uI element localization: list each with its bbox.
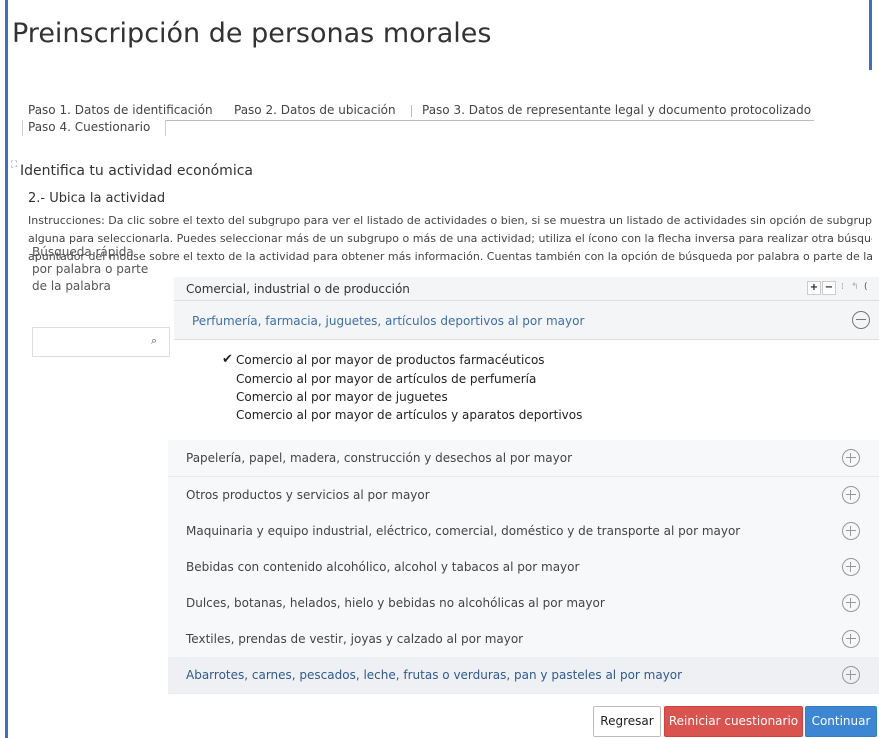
collapse-icon[interactable]: (: [864, 282, 868, 292]
group-header[interactable]: Comercial, industrial o de producción + …: [174, 277, 879, 301]
subgroup-label: Otros productos y servicios al por mayor: [186, 488, 430, 502]
subgroup-row[interactable]: Otros productos y servicios al por mayor: [168, 477, 879, 514]
subgroup-label: Bebidas con contenido alcohólico, alcoho…: [186, 560, 580, 574]
activity-item[interactable]: Comercio al por mayor de productos farma…: [236, 353, 545, 367]
tab-step-3[interactable]: Paso 3. Datos de representante legal y d…: [412, 103, 814, 121]
collapse-circle-icon[interactable]: [852, 311, 870, 329]
search-icon[interactable]: ⌕: [151, 334, 157, 348]
subgroup-row[interactable]: Maquinaria y equipo industrial, eléctric…: [168, 513, 879, 550]
expand-circle-icon[interactable]: [842, 486, 860, 504]
subgroup-label: Textiles, prendas de vestir, joyas y cal…: [186, 632, 524, 646]
window-frame-right: [869, 0, 872, 70]
subsection-title: 2.- Ubica la actividad: [28, 191, 166, 206]
expand-circle-icon[interactable]: [842, 522, 860, 540]
instructions-line: alguna para seleccionarla. Puedes selecc…: [28, 232, 872, 245]
subgroup-label: Dulces, botanas, helados, hielo y bebida…: [186, 596, 605, 610]
back-button[interactable]: Regresar: [593, 706, 661, 737]
subgroup-label: Abarrotes, carnes, pescados, leche, frut…: [186, 668, 683, 682]
tab-step-2-label: Paso 2. Datos de ubicación: [234, 103, 396, 117]
instructions-line: apuntador del mouse sobre el texto de la…: [28, 250, 872, 263]
window-frame-left: [5, 0, 8, 738]
remove-all-button[interactable]: −: [822, 281, 836, 295]
instructions-line: Instrucciones: Da clic sobre el texto de…: [28, 214, 872, 227]
reset-questionnaire-button[interactable]: Reiniciar cuestionario: [664, 706, 803, 737]
tab-step-2[interactable]: Paso 2. Datos de ubicación: [228, 103, 412, 121]
tab-step-3-label: Paso 3. Datos de representante legal y d…: [422, 103, 812, 117]
search-box: ⌕: [32, 327, 170, 357]
activity-item[interactable]: Comercio al por mayor de juguetes: [236, 390, 448, 404]
add-all-button[interactable]: +: [807, 281, 821, 295]
tab-step-1[interactable]: Paso 1. Datos de identificación: [22, 103, 231, 121]
activity-item[interactable]: Comercio al por mayor de artículos y apa…: [236, 408, 582, 422]
subgroup-row[interactable]: Papelería, papel, madera, construcción y…: [168, 440, 879, 477]
search-label: Búsqueda rápida por palabra o parte de l…: [32, 245, 149, 293]
tab-step-1-label: Paso 1. Datos de identificación: [28, 103, 213, 117]
expand-icon[interactable]: ⛶: [11, 160, 17, 170]
expand-circle-icon[interactable]: [842, 630, 860, 648]
subgroup-row[interactable]: Bebidas con contenido alcohólico, alcoho…: [168, 549, 879, 586]
subgroup-row[interactable]: Textiles, prendas de vestir, joyas y cal…: [168, 621, 879, 658]
subgroup-row[interactable]: Dulces, botanas, helados, hielo y bebida…: [168, 585, 879, 622]
expand-circle-icon[interactable]: [842, 666, 860, 684]
check-icon: ✔: [222, 352, 233, 367]
subgroup-expanded-label: Perfumería, farmacia, juguetes, artículo…: [192, 314, 585, 328]
group-label: Comercial, industrial o de producción: [186, 282, 410, 296]
continue-button[interactable]: Continuar: [805, 706, 877, 737]
activity-item[interactable]: Comercio al por mayor de artículos de pe…: [236, 372, 536, 386]
return-arrow-icon[interactable]: ↰: [851, 282, 859, 292]
page-title: Preinscripción de personas morales: [12, 18, 492, 49]
instructions-text: Instrucciones: Da clic sobre el texto de…: [28, 212, 872, 266]
tab-step-4[interactable]: Paso 4. Cuestionario: [22, 120, 166, 136]
search-input[interactable]: [33, 328, 151, 354]
expand-circle-icon[interactable]: [842, 558, 860, 576]
subgroup-label: Maquinaria y equipo industrial, eléctric…: [186, 524, 741, 538]
expand-circle-icon[interactable]: [842, 594, 860, 612]
section-title: Identifica tu actividad económica: [20, 163, 253, 179]
tab-step-4-label: Paso 4. Cuestionario: [28, 120, 151, 134]
grip-icon: ⁞: [841, 282, 844, 292]
subgroup-row[interactable]: Abarrotes, carnes, pescados, leche, frut…: [168, 657, 879, 694]
subgroup-expanded[interactable]: Perfumería, farmacia, juguetes, artículo…: [174, 301, 879, 340]
expand-circle-icon[interactable]: [842, 449, 860, 467]
subgroup-label: Papelería, papel, madera, construcción y…: [186, 451, 573, 465]
